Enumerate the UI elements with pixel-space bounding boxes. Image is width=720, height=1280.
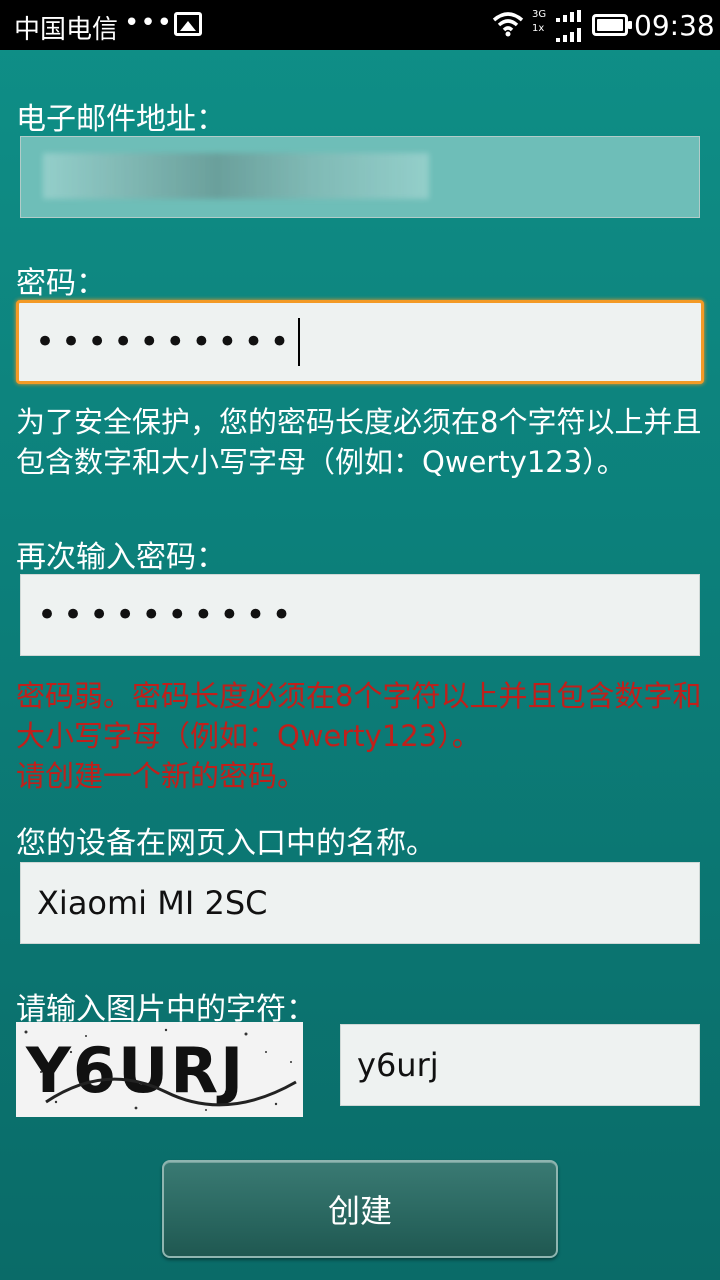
captcha-input-value: y6urj — [357, 1046, 439, 1084]
text-caret — [297, 318, 300, 366]
password-value-wrap: •••••••••• — [35, 303, 300, 381]
create-button[interactable]: 创建 — [162, 1160, 558, 1258]
device-name-label: 您的设备在网页入口中的名称。 — [16, 826, 436, 861]
clock: 09:38 — [634, 9, 715, 42]
password-value: •••••••••• — [35, 322, 296, 362]
confirm-password-field[interactable]: •••••••••• — [20, 574, 700, 656]
network-type-3g: 3G — [532, 9, 547, 20]
network-type: 3G 1x — [532, 8, 546, 36]
password-label: 密码： — [16, 266, 106, 301]
device-name-value: Xiaomi MI 2SC — [37, 884, 268, 922]
notification-dots: ••• — [124, 8, 174, 38]
confirm-password-value: •••••••••• — [37, 595, 298, 635]
password-error-line2: 请创建一个新的密码。 — [16, 759, 307, 793]
email-label: 电子邮件地址： — [16, 102, 226, 137]
battery-icon — [592, 14, 632, 36]
password-error-line1: 密码弱。密码长度必须在8个字符以上并且包含数字和大小写字母（例如：Qwerty1… — [16, 679, 702, 753]
password-hint: 为了安全保护，您的密码长度必须在8个字符以上并且包含数字和大小写字母（例如：Qw… — [16, 405, 702, 479]
status-bar: 中国电信 ••• 3G 1x 09:38 — [0, 0, 720, 50]
signal-icon — [556, 10, 581, 42]
image-notification-icon — [174, 12, 202, 36]
device-name-field[interactable]: Xiaomi MI 2SC — [20, 862, 700, 944]
email-value-blurred — [43, 153, 429, 199]
confirm-password-value-wrap: •••••••••• — [37, 575, 298, 655]
network-type-1x: 1x — [532, 23, 545, 34]
password-error-message: 密码弱。密码长度必须在8个字符以上并且包含数字和大小写字母（例如：Qwerty1… — [16, 676, 712, 796]
password-field[interactable]: •••••••••• — [16, 300, 704, 384]
carrier-name: 中国电信 — [14, 15, 119, 45]
wifi-icon — [492, 12, 524, 37]
captcha-input[interactable]: y6urj — [340, 1024, 700, 1106]
confirm-password-label: 再次输入密码： — [16, 540, 226, 575]
email-field[interactable] — [20, 136, 700, 218]
captcha-image: Y6URJ — [16, 1022, 303, 1117]
